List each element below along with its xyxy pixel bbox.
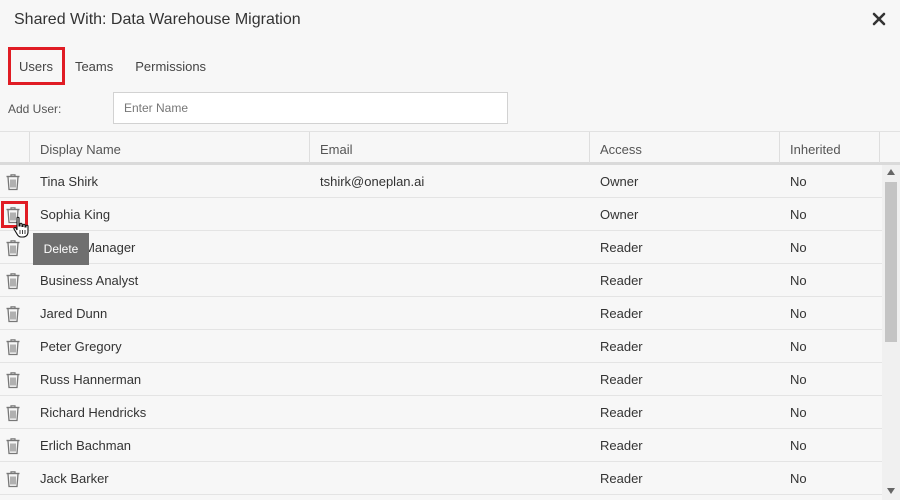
display-name-cell: Sophia King [40,207,111,222]
display-name-cell: Richard Hendricks [40,405,147,420]
add-user-input[interactable] [113,92,508,124]
email-cell: tshirk@oneplan.ai [320,174,425,189]
table-row[interactable]: Peter Gregory Reader No [0,330,882,363]
tab-teams[interactable]: Teams [65,47,125,85]
trash-icon[interactable] [5,404,21,422]
trash-icon[interactable] [5,305,21,323]
table-row[interactable]: Tina Shirk tshirk@oneplan.ai Owner No [0,165,882,198]
trash-icon[interactable] [5,437,21,455]
close-icon[interactable] [872,11,886,27]
display-name-cell: Business Analyst [40,273,139,288]
access-cell: Owner [600,207,639,222]
header-access[interactable]: Access [590,132,780,163]
trash-icon[interactable] [5,272,21,290]
trash-icon[interactable] [5,371,21,389]
scroll-down-icon[interactable] [887,488,895,494]
table-row[interactable]: Sophia King Owner No [0,198,882,231]
display-name-cell: Jack Barker [40,471,109,486]
access-cell: Reader [600,438,643,453]
table-row[interactable]: Business Analyst Reader No [0,264,882,297]
header-inherited[interactable]: Inherited [780,132,880,163]
trash-icon[interactable] [5,338,21,356]
inherited-cell: No [790,273,807,288]
table-row[interactable]: Richard Hendricks Reader No [0,396,882,429]
access-cell: Owner [600,174,639,189]
access-cell: Reader [600,273,643,288]
inherited-cell: No [790,240,807,255]
access-cell: Reader [600,405,643,420]
trash-icon[interactable] [5,239,21,257]
header-display-name[interactable]: Display Name [30,132,310,163]
inherited-cell: No [790,174,807,189]
scroll-up-icon[interactable] [887,169,895,175]
inherited-cell: No [790,405,807,420]
display-name-cell: Peter Gregory [40,339,122,354]
inherited-cell: No [790,438,807,453]
inherited-cell: No [790,339,807,354]
display-name-cell: Erlich Bachman [40,438,132,453]
table-row[interactable]: Project ManagerReaderNo [0,231,882,264]
vertical-scrollbar[interactable] [882,165,900,500]
tab-users[interactable]: Users [8,47,65,85]
header-email[interactable]: Email [310,132,590,163]
trash-icon[interactable] [5,470,21,488]
table-row[interactable]: Jack Barker Reader No [0,462,882,495]
grid-header: Display Name Email Access Inherited [0,131,900,165]
dialog-title: Shared With: Data Warehouse Migration [14,11,301,28]
trash-icon[interactable] [5,173,21,191]
tab-permissions[interactable]: Permissions [125,47,218,85]
access-cell: Reader [600,372,643,387]
table-row[interactable]: Jared Dunn Reader No [0,297,882,330]
shared-with-dialog: Shared With: Data Warehouse Migration Us… [0,0,900,500]
access-cell: Reader [600,306,643,321]
table-row[interactable]: Russ Hannerman Reader No [0,363,882,396]
hand-cursor-icon [13,216,29,238]
tab-bar: Users Teams Permissions [8,47,218,85]
users-grid: Display Name Email Access Inherited Tina… [0,131,900,500]
inherited-cell: No [790,306,807,321]
inherited-cell: No [790,471,807,486]
delete-tooltip: Delete [33,233,89,265]
table-row[interactable]: Erlich Bachman Reader No [0,429,882,462]
inherited-cell: No [790,372,807,387]
grid-body: Tina Shirk tshirk@oneplan.ai Owner No Sophia… [0,165,882,500]
access-cell: Reader [600,471,643,486]
display-name-cell: Tina Shirk [40,174,99,189]
display-name-cell: Jared Dunn [40,306,108,321]
inherited-cell: No [790,207,807,222]
add-user-label: Add User: [8,102,62,116]
display-name-cell: Russ Hannerman [40,372,142,387]
access-cell: Reader [600,240,643,255]
access-cell: Reader [600,339,643,354]
scroll-thumb[interactable] [885,182,897,342]
header-actions [0,132,30,163]
